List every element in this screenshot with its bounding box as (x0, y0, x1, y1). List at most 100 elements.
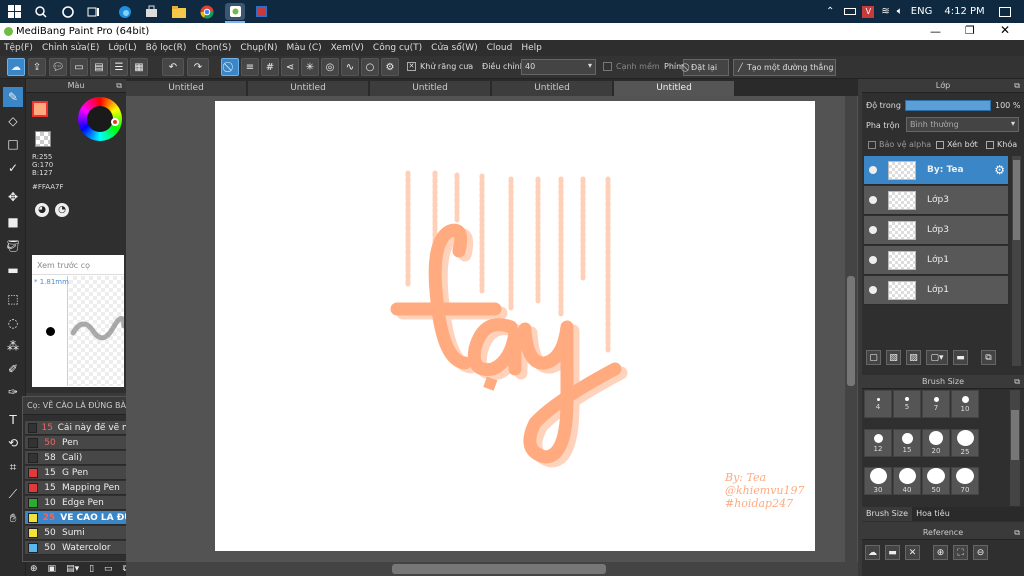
clock-time[interactable]: 4:12 PM (944, 6, 984, 17)
move-tool-icon[interactable]: ✥ (3, 187, 23, 207)
color-wheel-center[interactable] (87, 106, 113, 132)
bucket-tool-icon[interactable]: 🪣︎ (3, 236, 23, 256)
brush-size-option[interactable]: 50 (922, 467, 950, 495)
edge-browser-icon[interactable] (116, 3, 133, 20)
menu-edit[interactable]: Chỉnh sửa(E) (42, 43, 99, 53)
volume-icon[interactable]: 🔈︎ (897, 6, 903, 17)
cloud-upload-icon[interactable]: ☁ (865, 545, 880, 560)
store-icon[interactable] (143, 3, 160, 20)
cross-snap-icon[interactable]: # (261, 58, 279, 76)
folder-icon[interactable]: ▭ (104, 564, 113, 574)
brush-menu-icon[interactable]: ▤▾ (66, 564, 79, 574)
notification-icon[interactable] (998, 6, 1011, 17)
minimize-icon[interactable]: — (930, 25, 941, 38)
canvas-horizontal-scrollbar[interactable] (126, 562, 858, 576)
menu-help[interactable]: Help (521, 43, 542, 53)
close-icon[interactable]: ✕ (1000, 23, 1010, 37)
menu-tools[interactable]: Công cụ(T) (373, 43, 422, 53)
dot-tool-icon[interactable]: □ (3, 134, 23, 154)
tab-untitled[interactable]: Untitled (370, 81, 490, 96)
hand-tool-icon[interactable]: ✋︎ (3, 508, 23, 528)
layer-row[interactable]: Lớp1 (864, 276, 1008, 305)
task-view-icon[interactable] (85, 3, 102, 20)
speech-bubble-icon[interactable]: 💬︎ (49, 58, 67, 76)
brush-size-option[interactable]: 4 (864, 390, 892, 418)
blend-mode-select[interactable]: Bình thường ▾ (906, 117, 1019, 132)
chrome-icon[interactable] (198, 3, 215, 20)
brush-size-scrollbar[interactable] (1010, 390, 1020, 506)
medibang-taskbar-icon[interactable] (225, 3, 245, 20)
tab-untitled[interactable]: Untitled (248, 81, 368, 96)
primary-color-swatch[interactable] (32, 101, 48, 117)
brush-size-option[interactable]: 15 (893, 429, 921, 457)
protect-alpha-toggle[interactable]: Bảo vệ alpha (868, 140, 931, 149)
lock-toggle[interactable]: Khóa (986, 140, 1017, 149)
pen-tool-icon[interactable]: ✓ (3, 158, 23, 178)
canvas-vertical-scrollbar[interactable] (845, 96, 857, 562)
straight-line-button[interactable]: ╱ Tạo một đường thẳng (733, 59, 836, 76)
hue-handle[interactable] (111, 118, 119, 126)
brush-size-option[interactable]: 20 (922, 429, 950, 457)
maximize-icon[interactable]: ❐ (965, 24, 975, 37)
menu-filter[interactable]: Bộ lọc(R) (146, 43, 187, 53)
text-tool-icon[interactable]: T (3, 410, 23, 430)
wifi-icon[interactable]: ≋ (881, 6, 889, 17)
windows-start-icon[interactable] (6, 3, 23, 20)
brush-size-option[interactable]: 10 (951, 390, 979, 418)
brush-size-option[interactable]: 12 (864, 429, 892, 457)
circle-snap-icon[interactable]: ○ (361, 58, 379, 76)
checkbox-checked-icon[interactable]: ✕ (407, 62, 416, 71)
parallel-snap-icon[interactable]: ≡ (241, 58, 259, 76)
adjust-select[interactable]: 40 ▾ (521, 59, 596, 75)
file-explorer-icon[interactable] (170, 3, 187, 20)
cloud-icon[interactable]: ☁ (7, 58, 25, 76)
menu-view[interactable]: Xem(V) (331, 43, 364, 53)
menu-layer[interactable]: Lớp(L) (108, 43, 136, 53)
export-icon[interactable]: ⇪ (28, 58, 46, 76)
checkbox-empty-icon[interactable] (986, 140, 994, 149)
add-brush-icon[interactable]: ⊕ (30, 564, 38, 574)
chevron-up-icon[interactable]: ⌃ (826, 6, 834, 17)
transparent-color-swatch[interactable] (35, 131, 51, 147)
checkbox-empty-icon[interactable] (936, 140, 944, 149)
drawing-canvas[interactable]: By: Tea @khiemvu197 #hoidap247 (215, 101, 815, 551)
snap-off-icon[interactable]: ⃠ (221, 58, 239, 76)
fit-screen-icon[interactable]: ⛶ (953, 545, 968, 560)
divide-tool-icon[interactable]: ⟋ (3, 484, 23, 504)
folder-icon[interactable]: ▬ (885, 545, 900, 560)
brush-size-option[interactable]: 5 (893, 390, 921, 418)
tab-untitled[interactable]: Untitled (492, 81, 612, 96)
cortana-icon[interactable] (59, 3, 76, 20)
eye-icon[interactable] (869, 256, 877, 264)
new-layer-menu-icon[interactable]: ▢▾ (926, 350, 948, 365)
menu-color[interactable]: Màu (C) (287, 43, 322, 53)
duplicate-layer-icon[interactable]: ⧉ (981, 350, 996, 365)
antialias-toggle[interactable]: ✕ Khử răng cưa (407, 62, 473, 71)
fill-rect-tool-icon[interactable]: ■ (3, 212, 23, 232)
page-icon[interactable]: ▤ (90, 58, 108, 76)
folder-icon[interactable]: ▬ (953, 350, 968, 365)
tab-brush-size[interactable]: Brush Size (862, 507, 913, 521)
layer-row[interactable]: Lớp3 (864, 186, 1008, 215)
tab-untitled[interactable]: Untitled (126, 81, 246, 96)
soft-edge-toggle[interactable]: Cạnh mềm (603, 62, 660, 71)
vivaldi-tray-icon[interactable]: V (862, 5, 875, 18)
new-layer-icon[interactable]: ▢ (866, 350, 881, 365)
undo-icon[interactable]: ↶ (162, 58, 184, 76)
brush-tool-icon[interactable]: ✎ (3, 87, 23, 107)
curve-snap-icon[interactable]: ∿ (341, 58, 359, 76)
concentric-snap-icon[interactable]: ◎ (321, 58, 339, 76)
brush-size-option[interactable]: 40 (893, 467, 921, 495)
panel-pin-icon[interactable]: ⧉ (1014, 375, 1020, 389)
operation-tool-icon[interactable]: ⟲ (3, 433, 23, 453)
select-rect-tool-icon[interactable]: ⬚ (3, 289, 23, 309)
menu-select[interactable]: Chọn(S) (195, 43, 231, 53)
close-icon[interactable]: ✕ (905, 545, 920, 560)
battery-icon[interactable] (844, 8, 857, 15)
brush-size-option[interactable]: 25 (951, 429, 979, 457)
radial-snap-icon[interactable]: ✳ (301, 58, 319, 76)
brush-size-option[interactable]: 30 (864, 467, 892, 495)
tab-untitled-active[interactable]: Untitled (614, 81, 734, 96)
eye-icon[interactable] (869, 286, 877, 294)
panel-pin-icon[interactable]: ⧉ (1014, 79, 1020, 93)
